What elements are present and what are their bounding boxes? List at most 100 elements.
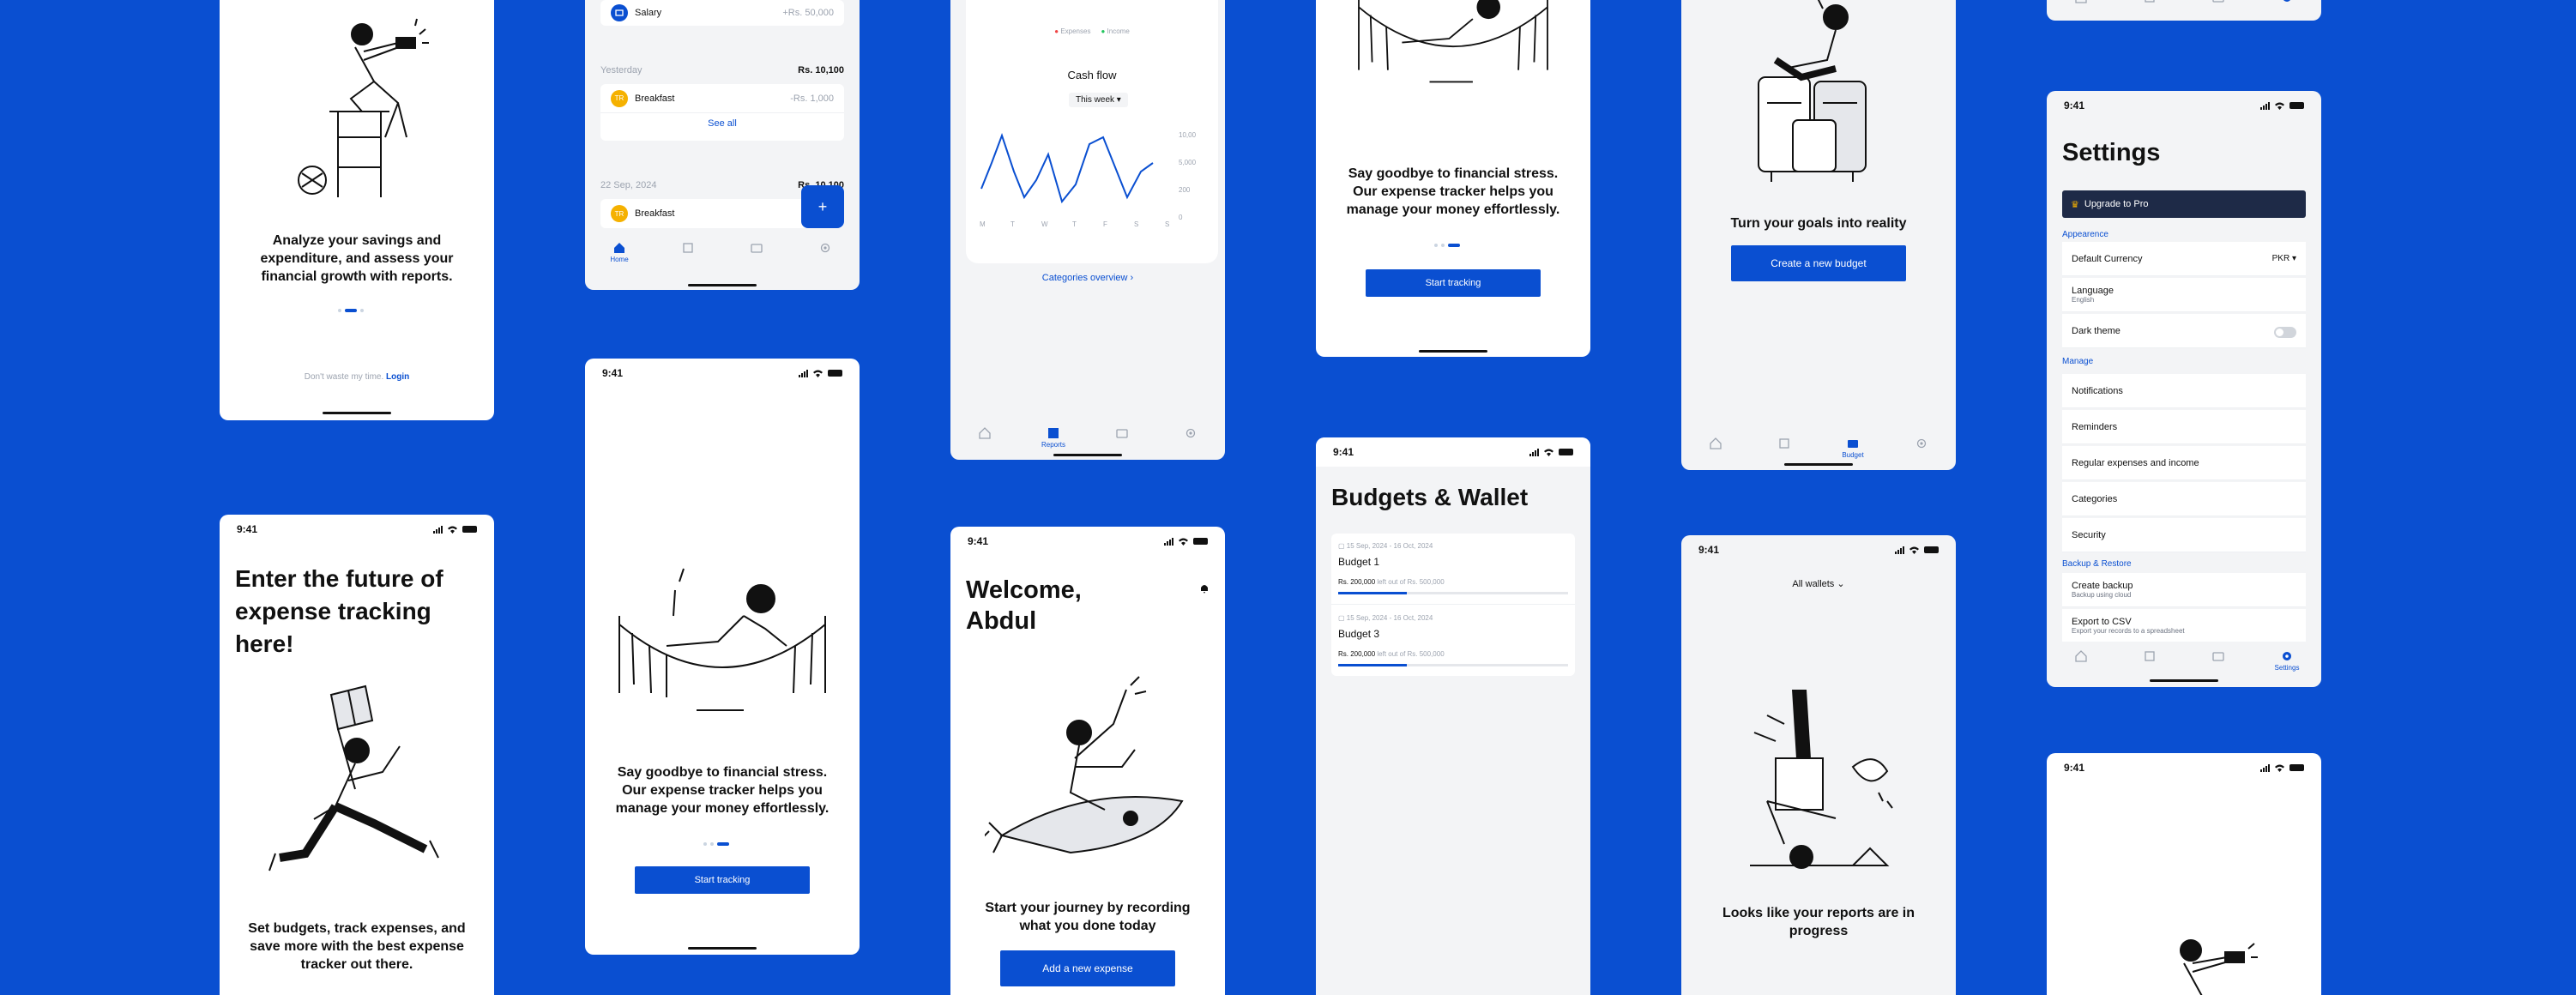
x-tick-label: W [1041,220,1048,228]
tab-budget[interactable] [2201,0,2235,3]
tab-settings[interactable] [808,242,842,254]
period-dropdown[interactable]: This week ▾ [1069,93,1128,107]
gear-icon [820,243,830,253]
status-bar: 9:41 [2047,91,2321,120]
wallet-selector[interactable]: All wallets ⌄ [1681,578,1956,589]
budget-card-1[interactable]: ▢ 15 Sep, 2024 - 16 Oct, 2024 Budget 1 R… [1331,534,1575,605]
add-expense-button[interactable]: Add a new expense [1000,950,1175,986]
status-bar: 9:41 [1316,437,1590,467]
settings-manage-item[interactable]: Notifications [2062,374,2306,408]
tab-home[interactable] [2064,650,2098,662]
welcome-screen: 9:41 Welcome, Abdul Start your journey b… [950,527,1225,995]
tab-budget-label: Budget [1842,451,1864,459]
start-tracking-button[interactable]: Start tracking [635,866,810,894]
tab-reports[interactable] [2133,0,2167,3]
default-currency-row[interactable]: Default Currency PKR ▾ [2062,242,2306,276]
see-all-link[interactable]: See all [600,118,844,129]
onboarding-stress-text: Say goodbye to financial stress. Our exp… [1346,166,1560,217]
tab-bar: Home [585,233,860,274]
currency-select[interactable]: PKR ▾ [2272,254,2296,263]
cashflow-line-chart: 10,00 5,000 200 0 M T W T F S S [980,131,1197,228]
bell-icon[interactable] [1199,583,1210,594]
language-label: Language [2072,286,2114,296]
tab-reports-label: Reports [1041,441,1065,449]
chevron-down-icon: ⌄ [1837,579,1845,589]
home-icon [1710,437,1722,449]
signal-icon [1164,537,1173,546]
reports-icon [1779,438,1789,449]
budget-amount-row: Rs. 200,000 left out of Rs. 500,000 [1338,578,1445,586]
tab-reports[interactable] [1767,437,1801,449]
settings-manage-item[interactable]: Regular expenses and income [2062,446,2306,480]
budget-card-3[interactable]: ▢ 15 Sep, 2024 - 16 Oct, 2024 Budget 3 R… [1331,606,1575,676]
create-backup-sub: Backup using cloud [2072,591,2132,599]
wallets-screen: 9:41 All wallets ⌄ Looks like your repor… [1681,535,1956,995]
budget-progress-fill [1338,664,1408,666]
create-budget-button[interactable]: Create a new budget [1731,245,1906,281]
export-csv-row[interactable]: Export to CSV Export your records to a sp… [2062,609,2306,643]
onboarding-reports-screen: Analyze your savings and expenditure, an… [220,0,494,420]
home-indicator [2150,679,2218,682]
tab-settings[interactable] [2270,0,2304,3]
tab-budget[interactable] [739,242,774,254]
home-indicator [323,412,391,414]
tab-reports[interactable]: Reports [1036,427,1071,449]
reports-icon [1048,428,1059,438]
settings-manage-item[interactable]: Categories [2062,482,2306,516]
upgrade-pro-banner[interactable]: ♛ Upgrade to Pro [2062,190,2306,218]
login-link[interactable]: Login [386,372,409,382]
onboarding-stress-screen-top: Say goodbye to financial stress. Our exp… [1316,0,1590,357]
status-time: 9:41 [237,523,258,535]
budget-progress-track [1338,592,1568,594]
tab-settings[interactable] [1904,437,1939,449]
tab-bar: Settings [2047,642,2321,683]
home-icon [2075,0,2087,3]
gear-icon [2283,0,2290,2]
categories-overview-link[interactable]: Categories overview › [950,273,1225,283]
legend-expenses: ● Expenses [1054,27,1091,35]
dark-theme-toggle[interactable] [2274,327,2296,338]
hammock-illustration [1358,0,1548,83]
wallet-icon [751,244,763,253]
add-transaction-fab[interactable]: + [801,185,844,228]
salary-card: Salary +Rs. 50,000 [600,0,844,26]
x-tick-label: T [1072,220,1077,228]
onboarding-future-screen: 9:41 Enter the future of expense trackin… [220,515,494,995]
tab-settings[interactable] [1173,427,1208,439]
language-row[interactable]: Language English [2062,278,2306,312]
signal-icon [2260,101,2270,110]
status-bar: 9:41 [220,515,494,544]
settings-manage-item[interactable]: Security [2062,518,2306,552]
tab-home[interactable] [968,427,1002,439]
luggage-illustration [1758,0,1867,182]
gear-icon [1185,428,1196,438]
breakfast-icon: TR [611,89,628,107]
settings-manage-item[interactable]: Reminders [2062,410,2306,444]
budget-dates: ▢ 15 Sep, 2024 - 16 Oct, 2024 [1338,614,1433,622]
tab-reports[interactable] [671,242,705,254]
binoculars-illustration [2180,939,2258,995]
tab-home[interactable]: Home [602,242,636,263]
tab-budget[interactable]: Budget [1836,437,1870,459]
reports-icon [2145,0,2155,3]
cashflow-card: ● Expenses ● Income Cash flow This week … [966,0,1218,263]
tab-budget[interactable] [1105,427,1139,439]
onboarding-future-text: Set budgets, track expenses, and save mo… [248,921,466,972]
salary-amount: +Rs. 50,000 [782,8,834,18]
tab-home[interactable] [2064,0,2098,3]
yesterday-card: TR Breakfast -Rs. 1,000 See all [600,84,844,141]
tab-budget[interactable] [2201,650,2235,662]
x-tick-label: F [1103,220,1107,228]
tab-settings[interactable]: Settings [2270,650,2304,672]
tab-home[interactable] [1698,437,1733,449]
language-value: English [2072,296,2095,304]
start-tracking-button[interactable]: Start tracking [1366,269,1541,297]
wifi-icon [1179,538,1188,546]
signal-icon [799,369,808,377]
create-backup-row[interactable]: Create backup Backup using cloud [2062,573,2306,607]
upgrade-pro-label: Upgrade to Pro [2084,199,2149,209]
tab-reports[interactable] [2133,650,2167,662]
transactions-screen: Salary +Rs. 50,000 Yesterday Rs. 10,100 … [585,0,860,290]
cashflow-title: Cash flow [1067,69,1117,81]
onboarding-reports-text: Analyze your savings and expenditure, an… [260,233,454,284]
